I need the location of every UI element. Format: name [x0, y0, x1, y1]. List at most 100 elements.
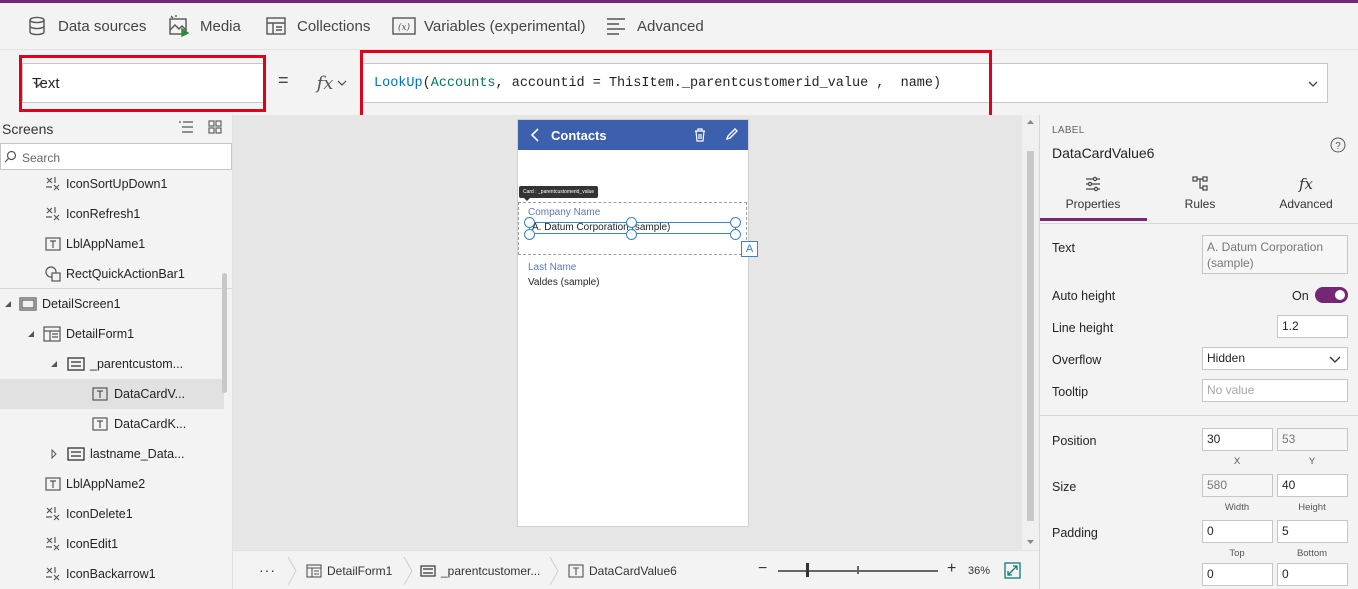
- collections-icon: [265, 15, 287, 37]
- tree-item[interactable]: RectQuickActionBar1: [0, 259, 224, 289]
- collapse-caret-icon[interactable]: [49, 359, 59, 369]
- zoom-slider-thumb[interactable]: [806, 563, 809, 577]
- resize-handle[interactable]: [730, 229, 741, 240]
- more-breadcrumb-button[interactable]: ···: [259, 562, 276, 578]
- scroll-down-icon[interactable]: [1022, 537, 1039, 547]
- collapse-caret-icon[interactable]: [3, 299, 13, 309]
- resize-handle[interactable]: [524, 217, 535, 228]
- breadcrumb-item[interactable]: DetailForm1: [306, 564, 392, 578]
- size-height-input[interactable]: 40: [1277, 474, 1348, 497]
- variables-button[interactable]: (x) Variables (experimental): [392, 13, 585, 39]
- control-name[interactable]: DataCardValue6: [1052, 145, 1154, 161]
- canvas-scroll-thumb[interactable]: [1027, 151, 1034, 521]
- list-view-icon[interactable]: [178, 120, 194, 134]
- x-caption: X: [1233, 456, 1241, 467]
- media-icon: [168, 15, 190, 37]
- fx-button[interactable]: fx: [308, 64, 356, 102]
- overflow-dropdown[interactable]: Hidden: [1202, 347, 1348, 370]
- tree-item-screen[interactable]: DetailScreen1: [0, 289, 224, 319]
- chevron-down-icon: [1329, 356, 1341, 363]
- tree-item[interactable]: IconEdit1: [0, 529, 224, 559]
- expand-caret-icon[interactable]: [49, 449, 59, 459]
- help-icon[interactable]: ?: [1330, 137, 1346, 153]
- tree-search-input[interactable]: Search: [0, 143, 232, 170]
- design-canvas[interactable]: Contacts Card : _parentcustomerid_value …: [233, 115, 1039, 550]
- media-button[interactable]: Media: [168, 13, 241, 39]
- resize-handle[interactable]: [524, 229, 535, 240]
- grid-view-icon[interactable]: [208, 120, 222, 134]
- chevron-down-icon: [32, 78, 259, 90]
- tree-item[interactable]: IconSortUpDown1: [0, 169, 224, 199]
- collections-button[interactable]: Collections: [265, 13, 370, 39]
- bottom-caption: Bottom: [1296, 548, 1328, 559]
- text-property-label: Text: [1052, 241, 1075, 255]
- formula-table: Accounts: [430, 76, 496, 91]
- tree-item-selected[interactable]: DataCardV...: [0, 379, 224, 409]
- back-arrow-icon[interactable]: [530, 128, 540, 142]
- app-screen-preview[interactable]: Contacts Card : _parentcustomerid_value …: [517, 119, 749, 527]
- last-name-label: Last Name: [528, 262, 577, 273]
- text-property-input[interactable]: A. Datum Corporation (sample): [1202, 235, 1348, 274]
- line-height-input[interactable]: 1.2: [1277, 315, 1348, 338]
- label-icon: [44, 235, 62, 253]
- breadcrumb-label: DetailForm1: [327, 564, 393, 578]
- canvas-scrollbar[interactable]: [1022, 115, 1039, 550]
- tree-item-label: IconBackarrow1: [66, 567, 156, 581]
- advanced-button[interactable]: Advanced: [605, 13, 704, 39]
- status-bar: ··· DetailForm1 _parentcustomer... DataC…: [233, 550, 1039, 589]
- zoom-in-button[interactable]: +: [947, 560, 956, 578]
- last-name-value[interactable]: Valdes (sample): [528, 277, 600, 288]
- breadcrumb-item[interactable]: _parentcustomer...: [420, 564, 540, 578]
- position-x-input[interactable]: 30: [1202, 428, 1273, 451]
- zoom-out-button[interactable]: −: [758, 560, 767, 578]
- padding-bottom-input[interactable]: 5: [1277, 520, 1348, 543]
- tree-item-label: DetailScreen1: [42, 297, 121, 311]
- auto-height-toggle[interactable]: [1315, 287, 1348, 303]
- collapse-caret-icon[interactable]: [26, 329, 36, 339]
- property-dropdown[interactable]: Text: [22, 63, 266, 103]
- data-sources-button[interactable]: Data sources: [26, 13, 146, 39]
- position-y-input[interactable]: 53: [1277, 428, 1348, 451]
- fit-to-window-icon[interactable]: [1004, 562, 1021, 579]
- icon-control-icon: [44, 535, 62, 553]
- tree-item-label: _parentcustom...: [90, 357, 184, 371]
- tree-item-card[interactable]: _parentcustom...: [0, 349, 224, 379]
- size-width-input[interactable]: 580: [1202, 474, 1273, 497]
- collections-label: Collections: [297, 17, 371, 35]
- tree-item-card[interactable]: lastname_Data...: [0, 439, 224, 469]
- edit-icon[interactable]: [725, 127, 739, 141]
- tab-rules[interactable]: Rules: [1150, 175, 1250, 211]
- size-label: Size: [1052, 480, 1077, 494]
- tree-item-form[interactable]: DetailForm1: [0, 319, 224, 349]
- scroll-up-icon[interactable]: [1022, 117, 1039, 127]
- tree-item[interactable]: IconDelete1: [0, 499, 224, 529]
- tooltip-input[interactable]: No value: [1202, 379, 1348, 402]
- tree-item[interactable]: IconBackarrow1: [0, 559, 224, 589]
- tree-item[interactable]: IconRefresh1: [0, 199, 224, 229]
- divider: [1040, 223, 1358, 224]
- expand-formula-icon[interactable]: [1307, 78, 1319, 90]
- top-caption: Top: [1229, 548, 1245, 559]
- resize-handle[interactable]: [626, 229, 637, 240]
- tree-scrollbar[interactable]: [222, 273, 227, 393]
- tree-item-label: LblAppName1: [66, 237, 146, 251]
- tree-item-label: IconDelete1: [66, 507, 133, 521]
- tree-item-label: IconEdit1: [66, 537, 119, 551]
- breadcrumb-item-current[interactable]: DataCardValue6: [568, 564, 677, 578]
- formula-input[interactable]: LookUp(Accounts, accountid = ThisItem._p…: [360, 63, 1328, 103]
- tab-advanced[interactable]: fx Advanced: [1256, 175, 1356, 211]
- resize-handle[interactable]: [730, 217, 741, 228]
- tree-item[interactable]: LblAppName1: [0, 229, 224, 259]
- resize-handle[interactable]: [626, 217, 637, 228]
- label-icon: [568, 564, 584, 578]
- tab-properties[interactable]: Properties: [1043, 175, 1143, 211]
- padding-top-input[interactable]: 0: [1202, 520, 1273, 543]
- padding-right-input[interactable]: 0: [1277, 563, 1348, 586]
- tree-item[interactable]: DataCardK...: [0, 409, 224, 439]
- padding-left-input[interactable]: 0: [1202, 563, 1273, 586]
- svg-text:(x): (x): [398, 22, 411, 33]
- tree-item[interactable]: LblAppName2: [0, 469, 224, 499]
- screen-header: Contacts: [518, 120, 748, 150]
- control-type: LABEL: [1052, 125, 1085, 136]
- delete-icon[interactable]: [694, 128, 706, 142]
